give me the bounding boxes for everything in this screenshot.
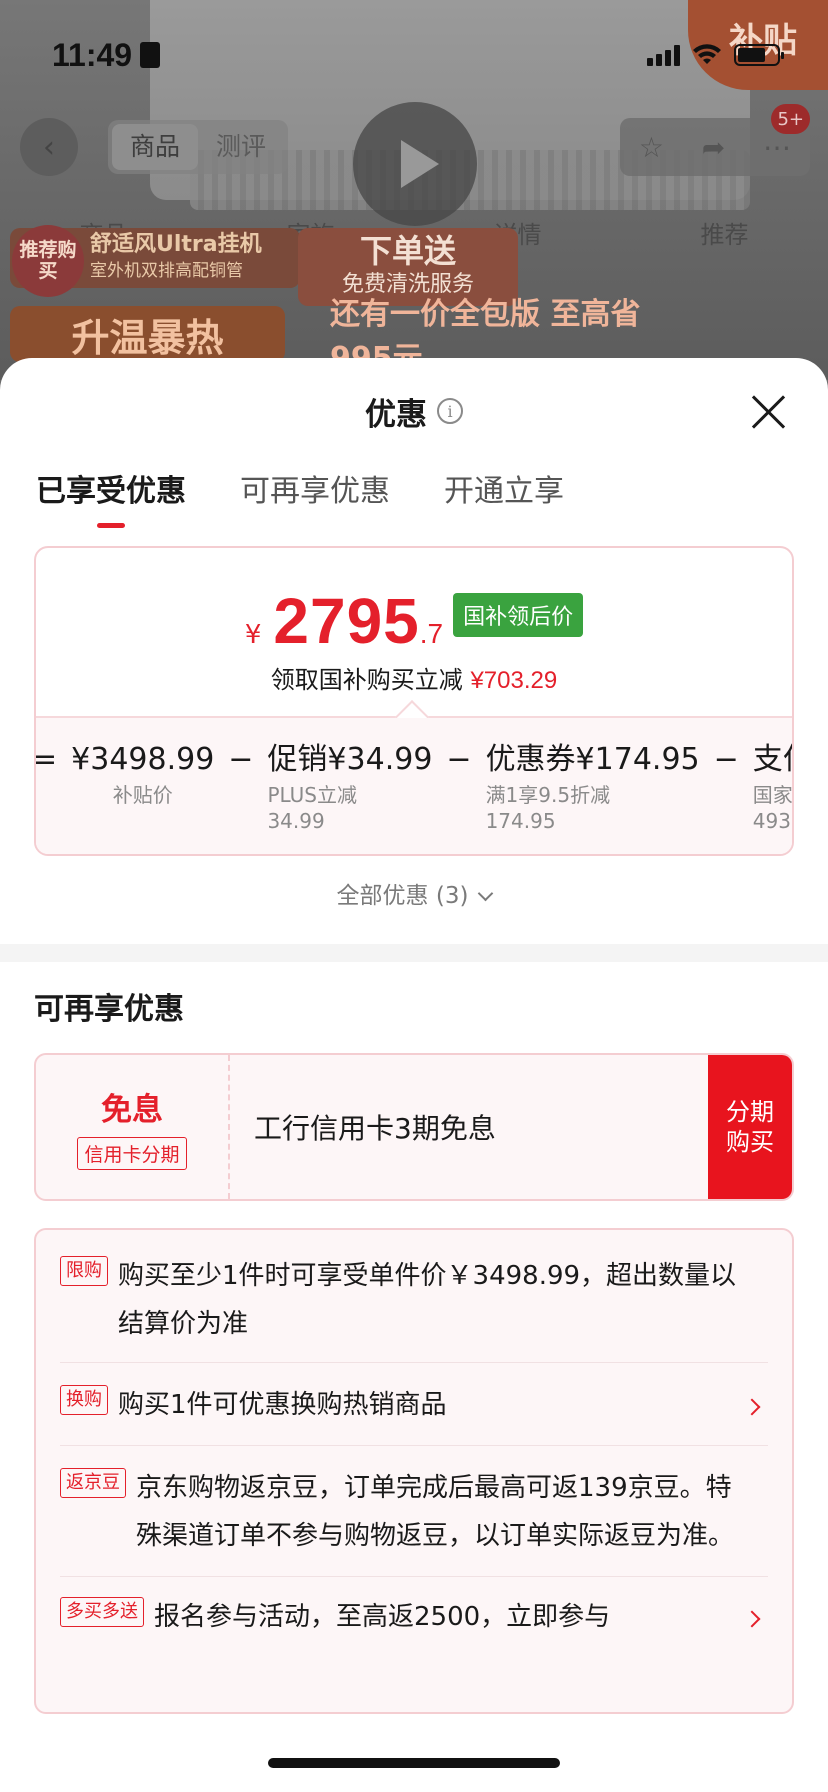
tab-more-discounts[interactable]: 可再享优惠 bbox=[240, 464, 390, 538]
discount-tabs: 已享受优惠 可再享优惠 开通立享 bbox=[0, 464, 828, 538]
chevron-right-icon bbox=[743, 1398, 761, 1416]
section-title-more-discounts: 可再享优惠 bbox=[34, 992, 184, 1027]
tab-activate-discounts[interactable]: 开通立享 bbox=[444, 464, 564, 538]
rule-tag: 换购 bbox=[60, 1385, 108, 1415]
breakdown-main: 促销¥34.99 bbox=[267, 742, 433, 777]
breakdown-sub: 国家补贴云 bbox=[752, 783, 792, 807]
promo-recommend-badge: 推荐购买 bbox=[12, 225, 84, 297]
media-segment-control[interactable]: 商品 测评 bbox=[108, 120, 289, 174]
installment-description: 工行信用卡3期免息 bbox=[254, 1112, 496, 1145]
promo-save-banner: 还有一价全包版 至高省995元 bbox=[330, 297, 641, 376]
promo-free-big: 下单送 bbox=[359, 232, 456, 270]
breakdown-main: ¥3498.99 bbox=[71, 742, 215, 777]
promo-title: 舒适风Ultra挂机 bbox=[90, 232, 262, 257]
breakdown-item-base-price: ¥3498.99 补贴价 bbox=[71, 738, 214, 834]
breakdown-sub-amount: 34.99 bbox=[267, 809, 325, 833]
price-integer: 2795 bbox=[273, 585, 420, 657]
status-clock: 11:49 bbox=[52, 36, 161, 74]
breakdown-op-equals: = bbox=[36, 742, 58, 777]
breakdown-sub: 满1享9.5折减 bbox=[485, 783, 611, 807]
play-icon bbox=[401, 140, 439, 188]
rule-tag: 限购 bbox=[60, 1256, 108, 1286]
breakdown-row: = ¥3498.99 补贴价 − 促销¥34.99 PLUS立减 34.99 −… bbox=[36, 738, 792, 834]
cellular-signal-icon bbox=[647, 44, 680, 66]
breakdown-op-minus: − bbox=[713, 742, 739, 777]
final-price-card: ¥ 2795 .7 国补领后价 领取国补购买立减 ¥703.29 = ¥3498… bbox=[34, 546, 794, 856]
price-breakdown[interactable]: = ¥3498.99 补贴价 − 促销¥34.99 PLUS立减 34.99 −… bbox=[36, 718, 792, 854]
tab-enjoyed-discounts[interactable]: 已享受优惠 bbox=[36, 464, 186, 538]
promo-subtitle: 室外机双排高配铜管 bbox=[90, 261, 243, 281]
sheet-header: 优惠 i bbox=[0, 358, 828, 464]
final-price: ¥ 2795 .7 国补领后价 bbox=[36, 584, 792, 658]
close-icon[interactable] bbox=[748, 392, 788, 432]
discount-rules-card: 限购 购买至少1件时可享受单件价￥3498.99，超出数量以结算价为准 换购 购… bbox=[34, 1228, 794, 1714]
rule-text: 购买至少1件时可享受单件价￥3498.99，超出数量以结算价为准 bbox=[118, 1261, 737, 1339]
section-divider bbox=[0, 944, 828, 962]
all-discounts-toggle[interactable]: 全部优惠 (3) bbox=[0, 876, 828, 910]
segment-review[interactable]: 测评 bbox=[198, 124, 284, 170]
price-decimal: .7 bbox=[419, 618, 444, 649]
breakdown-sub-amount: 174.95 bbox=[485, 809, 556, 833]
chevron-down-icon bbox=[478, 885, 494, 902]
segment-product[interactable]: 商品 bbox=[112, 124, 199, 170]
favorite-star-icon[interactable]: ☆ bbox=[639, 131, 664, 164]
breakdown-sub-amount: 493.35 bbox=[752, 809, 792, 833]
product-page-background: 补贴 11:49 ‹ 商品 测评 ☆ ➦ ⋯ 5+ 推荐 舒适风Ultra挂机 … bbox=[0, 0, 828, 380]
battery-icon bbox=[734, 44, 784, 66]
rule-exchange-purchase[interactable]: 换购 购买1件可优惠换购热销商品 bbox=[60, 1363, 768, 1446]
installment-card: 免息 信用卡分期 工行信用卡3期免息 分期 购买 bbox=[34, 1053, 794, 1201]
breakdown-op-minus: − bbox=[446, 742, 472, 777]
status-bar: 11:49 bbox=[0, 30, 828, 80]
id-card-icon bbox=[140, 42, 161, 68]
rule-text: 报名参与活动，至高返2500，立即参与 bbox=[154, 1602, 611, 1632]
sheet-title: 优惠 bbox=[365, 396, 427, 433]
subsidy-amount: ¥703.29 bbox=[470, 667, 558, 694]
page-tab-recommend[interactable]: 推荐 bbox=[701, 215, 749, 255]
all-discounts-label: 全部优惠 (3) bbox=[336, 883, 469, 909]
installment-buy-label: 分期 购买 bbox=[726, 1098, 774, 1156]
more-icon[interactable]: ⋯ bbox=[763, 131, 791, 164]
play-video-button[interactable] bbox=[353, 102, 477, 226]
installment-title: 免息 bbox=[101, 1092, 163, 1128]
subsidy-line: 领取国补购买立减 ¥703.29 bbox=[36, 660, 792, 695]
breakdown-sub: 补贴价 bbox=[112, 783, 173, 807]
price-currency: ¥ bbox=[244, 620, 262, 650]
breakdown-main: 支付优惠 bbox=[752, 742, 792, 777]
promo-hot-banner: 升温暴热 bbox=[10, 306, 285, 362]
breakdown-item-promotion: 促销¥34.99 PLUS立减 34.99 bbox=[267, 738, 432, 834]
back-button[interactable]: ‹ bbox=[20, 118, 78, 176]
rule-jd-beans: 返京豆 京东购物返京豆，订单完成后最高可返139京豆。特殊渠道订单不参与购物返豆… bbox=[60, 1446, 768, 1577]
installment-badge: 免息 信用卡分期 bbox=[36, 1055, 230, 1199]
rule-tag: 多买多送 bbox=[60, 1597, 144, 1627]
system-icons bbox=[647, 44, 784, 66]
breakdown-main: 优惠券¥174.95 bbox=[485, 742, 700, 777]
breakdown-item-payment: 支付优惠 国家补贴云 493.35 bbox=[753, 738, 792, 834]
subsidy-text: 领取国补购买立减 bbox=[270, 666, 463, 694]
discount-sheet: 优惠 i 已享受优惠 可再享优惠 开通立享 ¥ 2795 .7 国补领后价 领取… bbox=[0, 358, 828, 1792]
rule-purchase-limit: 限购 购买至少1件时可享受单件价￥3498.99，超出数量以结算价为准 bbox=[60, 1230, 768, 1363]
breakdown-op-minus: − bbox=[228, 742, 254, 777]
wifi-icon bbox=[693, 44, 721, 64]
installment-buy-button[interactable]: 分期 购买 bbox=[708, 1055, 792, 1199]
final-price-summary: ¥ 2795 .7 国补领后价 领取国补购买立减 ¥703.29 bbox=[36, 548, 792, 734]
price-tag-badge: 国补领后价 bbox=[453, 593, 584, 637]
message-count-badge: 5+ bbox=[771, 104, 810, 134]
rule-tag: 返京豆 bbox=[60, 1468, 126, 1498]
breakdown-sub: PLUS立减 bbox=[267, 783, 357, 807]
chevron-right-icon bbox=[743, 1610, 761, 1628]
info-icon[interactable]: i bbox=[437, 398, 463, 424]
breakdown-item-coupon: 优惠券¥174.95 满1享9.5折减 174.95 bbox=[486, 738, 700, 834]
rule-buy-more-get-more[interactable]: 多买多送 报名参与活动，至高返2500，立即参与 bbox=[60, 1577, 768, 1653]
rule-text: 购买1件可优惠换购热销商品 bbox=[118, 1390, 447, 1420]
status-time: 11:49 bbox=[52, 36, 133, 73]
product-nav-bar: ‹ 商品 测评 ☆ ➦ ⋯ 5+ bbox=[20, 102, 810, 226]
installment-tag: 信用卡分期 bbox=[77, 1137, 187, 1170]
rule-text: 京东购物返京豆，订单完成后最高可返139京豆。特殊渠道订单不参与购物返豆，以订单… bbox=[136, 1473, 735, 1551]
home-indicator[interactable] bbox=[268, 1758, 560, 1768]
share-icon[interactable]: ➦ bbox=[702, 131, 725, 164]
